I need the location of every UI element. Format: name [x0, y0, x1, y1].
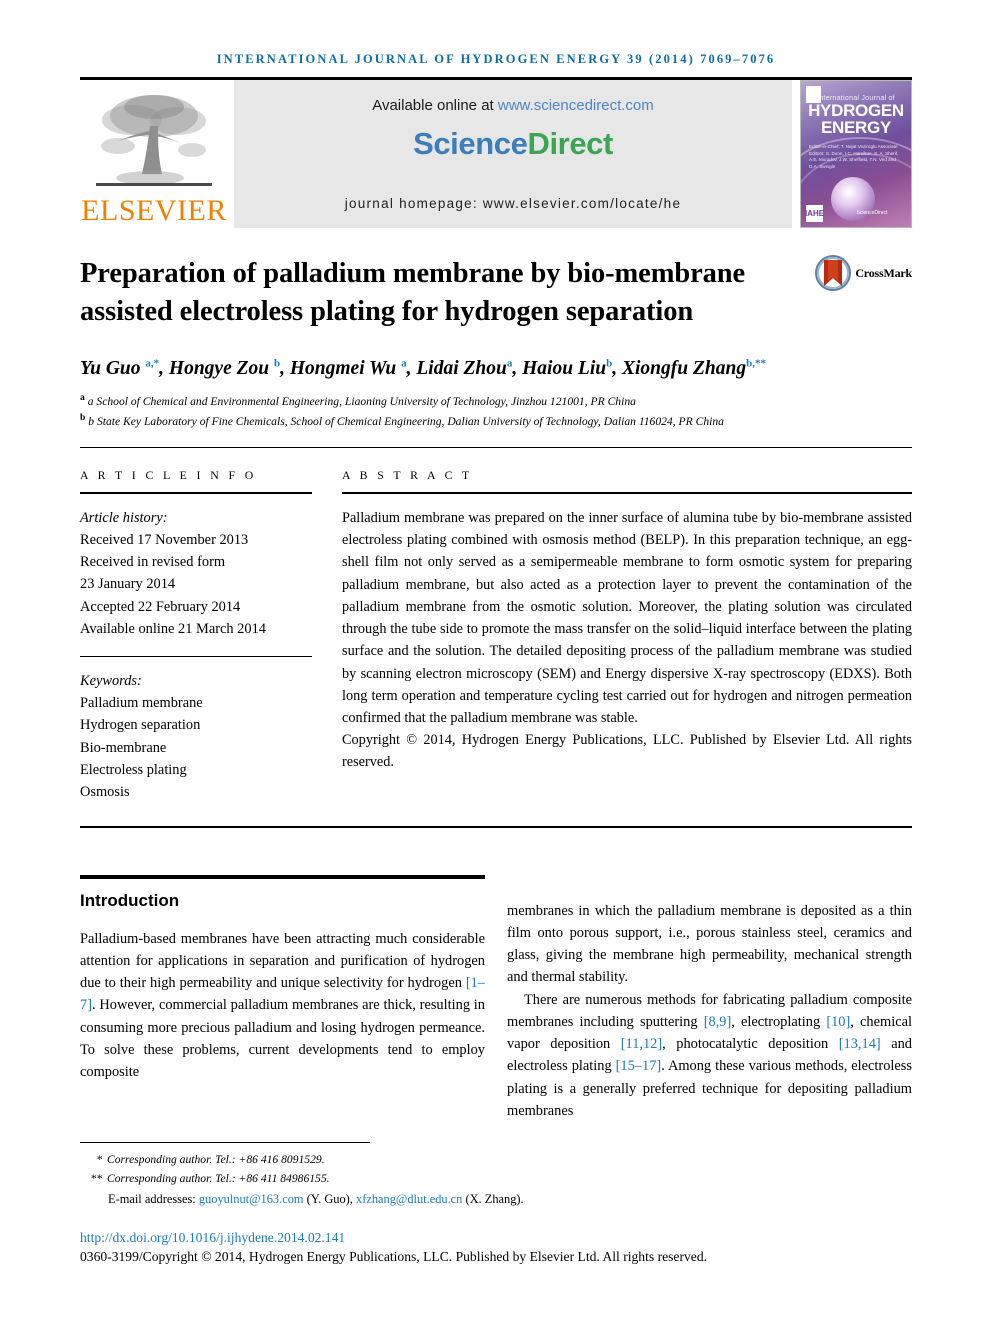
journal-masthead: ELSEVIER Available online at www.science… — [80, 80, 912, 228]
keyword-item: Hydrogen separation — [80, 717, 201, 734]
sciencedirect-logo-science: Science — [413, 126, 528, 161]
keywords-label: Keywords: — [80, 673, 142, 690]
corresponding-author-1: * Corresponding author. Tel.: +86 416 809… — [80, 1151, 912, 1170]
email-addresses-line: E-mail addresses: guoyulnut@163.com (Y. … — [80, 1189, 912, 1210]
abstract-copyright: Copyright © 2014, Hydrogen Energy Public… — [342, 732, 912, 771]
crossmark-badge[interactable]: CrossMark — [815, 253, 912, 291]
section-heading-introduction: Introduction — [80, 890, 180, 910]
crossmark-icon — [815, 255, 852, 291]
history-item: Accepted 22 February 2014 — [80, 598, 241, 615]
elsevier-logo: ELSEVIER — [80, 80, 228, 228]
affiliation-b-text: b State Key Laboratory of Fine Chemicals… — [88, 414, 724, 428]
corresponding-author-2: ** Corresponding author. Tel.: +86 411 84… — [80, 1170, 912, 1189]
available-online-line: Available online at www.sciencedirect.co… — [372, 97, 654, 114]
doi-link[interactable]: http://dx.doi.org/10.1016/j.ijhydene.201… — [80, 1230, 912, 1246]
keywords-block: Keywords: Palladium membrane Hydrogen se… — [80, 670, 312, 803]
corresponding-text-1: Corresponding author. Tel.: +86 416 8091… — [107, 1153, 325, 1167]
elsevier-tree-icon — [96, 95, 212, 186]
abstract-column: A B S T R A C T Palladium membrane was p… — [342, 468, 912, 803]
footnote-rule — [80, 1142, 370, 1144]
abstract-rule — [342, 492, 912, 494]
sciencedirect-banner: Available online at www.sciencedirect.co… — [234, 80, 792, 228]
email-owner-guo: (Y. Guo), — [306, 1191, 353, 1206]
history-item: Received in revised form — [80, 554, 226, 571]
elsevier-wordmark: ELSEVIER — [81, 194, 227, 227]
journal-homepage-line[interactable]: journal homepage: www.elsevier.com/locat… — [345, 196, 681, 211]
article-history-block: Article history: Received 17 November 20… — [80, 507, 312, 640]
crossmark-label: CrossMark — [855, 265, 912, 280]
header-divider — [80, 446, 912, 449]
affiliation-b: b b State Key Laboratory of Fine Chemica… — [80, 412, 724, 428]
cover-iahe-badge: IAHE — [805, 205, 824, 222]
email-owner-zhang: (X. Zhang). — [465, 1191, 524, 1206]
cover-top-badge — [806, 86, 821, 103]
body-columns: Introduction Palladium-based membranes h… — [80, 874, 912, 1123]
intro-left-text: Palladium-based membranes have been attr… — [80, 928, 485, 1084]
intro-paragraph-3: There are numerous methods for fabricati… — [507, 991, 912, 1119]
article-info-column: A R T I C L E I N F O Article history: R… — [80, 468, 312, 803]
available-online-prefix: Available online at — [372, 97, 498, 114]
intro-right-text: membranes in which the palladium membran… — [507, 900, 912, 1123]
page-title: Preparation of palladium membrane by bio… — [80, 258, 746, 327]
cover-line-hydrogen: HYDROGEN — [808, 101, 904, 120]
intro-paragraph-2: membranes in which the palladium membran… — [507, 902, 912, 986]
section-rule — [80, 874, 485, 879]
history-item: Available online 21 March 2014 — [80, 620, 266, 637]
intro-paragraph-1: Palladium-based membranes have been attr… — [80, 930, 485, 1081]
body-column-right: membranes in which the palladium membran… — [507, 875, 912, 1123]
page-footer: * Corresponding author. Tel.: +86 416 809… — [80, 1142, 912, 1265]
cover-line-energy: ENERGY — [821, 118, 891, 138]
article-page: INTERNATIONAL JOURNAL OF HYDROGEN ENERGY… — [0, 0, 992, 1323]
affiliation-a: a a School of Chemical and Environmental… — [80, 392, 636, 409]
sciencedirect-url[interactable]: www.sciencedirect.com — [498, 97, 654, 114]
body-column-gap — [485, 875, 507, 1123]
info-abstract-grid: A R T I C L E I N F O Article history: R… — [80, 468, 912, 803]
cover-sciencedirect-mark: ScienceDirect — [856, 209, 888, 216]
journal-cover-thumbnail: International Journal of HYDROGEN ENERGY… — [800, 80, 912, 228]
article-info-heading: A R T I C L E I N F O — [80, 468, 257, 483]
column-gap — [312, 468, 342, 803]
affiliations: a a School of Chemical and Environmental… — [80, 391, 912, 430]
email-link-guo[interactable]: guoyulnut@163.com — [199, 1192, 304, 1206]
history-item: 23 January 2014 — [80, 576, 176, 593]
keyword-item: Bio-membrane — [80, 739, 167, 756]
abstract-text: Palladium membrane was prepared on the i… — [342, 509, 912, 726]
email-link-zhang[interactable]: xfzhang@dlut.edu.cn — [356, 1192, 462, 1206]
article-history-label: Article history: — [80, 509, 168, 526]
author-list: Yu Guo a,*, Hongye Zou b, Hongmei Wu a, … — [80, 357, 766, 379]
keyword-item: Palladium membrane — [80, 695, 203, 712]
corresponding-marker-2: ** — [90, 1172, 102, 1186]
keyword-item: Osmosis — [80, 783, 130, 800]
affiliation-a-text: a School of Chemical and Environmental E… — [87, 395, 636, 409]
keyword-item: Electroless plating — [80, 761, 187, 778]
corresponding-text-2: Corresponding author. Tel.: +86 411 8498… — [107, 1172, 330, 1186]
abstract-heading: A B S T R A C T — [342, 468, 473, 483]
title-row: Preparation of palladium membrane by bio… — [80, 253, 912, 331]
email-label: E-mail addresses: — [108, 1191, 196, 1206]
article-info-rule — [80, 492, 312, 494]
abstract-bottom-rule — [80, 826, 912, 828]
running-head: INTERNATIONAL JOURNAL OF HYDROGEN ENERGY… — [216, 52, 776, 66]
corresponding-marker-1: * — [96, 1153, 102, 1167]
sciencedirect-logo-direct: Direct — [527, 126, 613, 161]
history-item: Received 17 November 2013 — [80, 532, 249, 549]
keywords-divider — [80, 656, 312, 658]
issn-copyright-line: 0360-3199/Copyright © 2014, Hydrogen Ene… — [80, 1249, 708, 1264]
body-column-left: Introduction Palladium-based membranes h… — [80, 874, 485, 1123]
sciencedirect-logo[interactable]: ScienceDirect — [413, 126, 613, 162]
